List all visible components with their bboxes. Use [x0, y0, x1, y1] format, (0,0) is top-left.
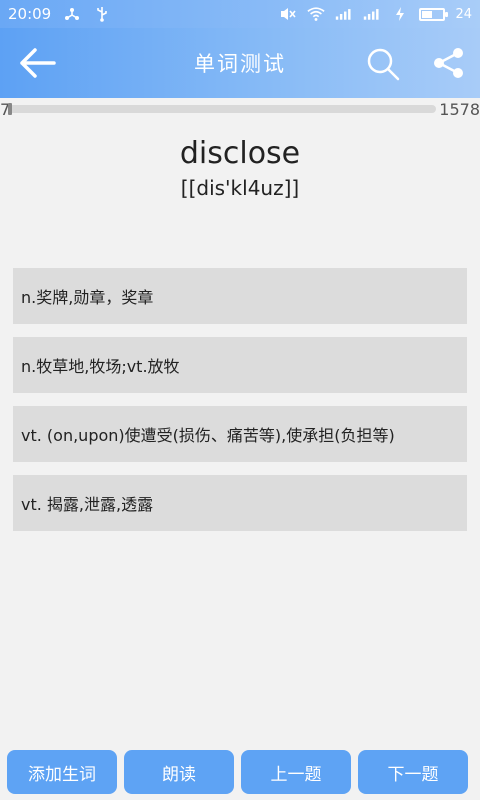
status-bar: 20:09 24 — [0, 0, 480, 28]
progress-total: 1578 — [439, 100, 480, 119]
back-button[interactable] — [18, 46, 58, 80]
answer-option-1[interactable]: n.奖牌,勋章，奖章 — [13, 268, 467, 324]
add-word-button[interactable]: 添加生词 — [7, 750, 117, 794]
search-button[interactable] — [364, 45, 402, 83]
search-icon — [367, 48, 400, 81]
read-aloud-button[interactable]: 朗读 — [124, 750, 234, 794]
progress-bar[interactable] — [9, 105, 436, 113]
clock: 20:09 — [8, 5, 52, 23]
answer-options: n.奖牌,勋章，奖章 n.牧草地,牧场;vt.放牧 vt. (on,upon)使… — [13, 268, 467, 544]
signal-4g-icon — [335, 5, 353, 23]
usb-icon — [93, 5, 111, 23]
battery-icon — [419, 7, 449, 21]
usb-tether-icon — [63, 5, 81, 23]
answer-option-2[interactable]: n.牧草地,牧场;vt.放牧 — [13, 337, 467, 393]
answer-option-4[interactable]: vt. 揭露,泄露,透露 — [13, 475, 467, 531]
page-title: 单词测试 — [194, 52, 286, 76]
question-phonetic: [[dis'kl4uz]] — [180, 176, 300, 200]
next-question-button[interactable]: 下一题 — [358, 750, 468, 794]
bottom-toolbar: 添加生词 朗读 上一题 下一题 — [0, 750, 480, 794]
signal-icon — [363, 5, 381, 23]
answer-option-3[interactable]: vt. (on,upon)使遭受(损伤、痛苦等),使承担(负担等) — [13, 406, 467, 462]
previous-question-button[interactable]: 上一题 — [241, 750, 351, 794]
progress-row: 7 1578 — [0, 100, 480, 120]
charging-icon — [391, 5, 409, 23]
wifi-icon — [307, 5, 326, 23]
back-arrow-icon — [20, 48, 56, 78]
progress-thumb[interactable] — [8, 103, 12, 115]
app-bar: 单词测试 — [0, 28, 480, 98]
battery-level: 24 — [455, 6, 472, 22]
share-button[interactable] — [430, 44, 468, 82]
share-icon — [434, 48, 463, 78]
mute-icon — [279, 5, 297, 23]
question-word: disclose — [179, 136, 301, 171]
